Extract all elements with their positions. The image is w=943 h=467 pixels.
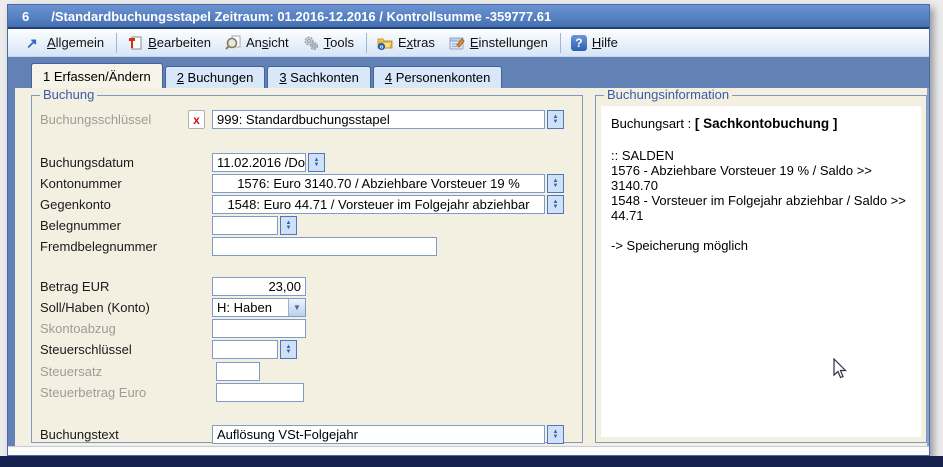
tab-sachkonten[interactable]: 3 Sachkonten <box>267 66 371 88</box>
group-info-title: Buchungsinformation <box>604 88 732 102</box>
group-buchungsinformation: Buchungsinformation Buchungsart : [ Sach… <box>595 95 927 443</box>
stack-number: 6 <box>22 9 29 24</box>
buchungsdatum-field[interactable]: 11.02.2016 /Do <box>212 153 306 172</box>
background-band <box>0 456 943 467</box>
steuerschluessel-spinner[interactable]: ▲▼ <box>280 340 297 359</box>
help-icon: ? <box>571 35 587 51</box>
steuersatz-field[interactable] <box>216 362 260 381</box>
sollhaben-field[interactable]: H: Haben <box>212 298 288 317</box>
buchungsdatum-spinner[interactable]: ▲▼ <box>308 153 325 172</box>
label-steuerschluessel: Steuerschlüssel <box>40 342 132 357</box>
menu-item-tools[interactable]: Tools <box>297 33 362 53</box>
menu-label: Allgemein <box>47 35 104 50</box>
tab-buchungen[interactable]: 2 Buchungen <box>165 66 266 88</box>
window-frame-left <box>8 88 15 446</box>
gegenkonto-spinner[interactable]: ▲▼ <box>547 195 564 214</box>
label-fremdbelegnummer: Fremdbelegnummer <box>40 239 157 254</box>
menu-label: Extras <box>398 35 435 50</box>
saldo-line: 1576 - Abziehbare Vorsteuer 19 % / Saldo… <box>611 163 921 193</box>
label-skontoabzug: Skontoabzug <box>40 321 116 336</box>
menu-label: Bearbeiten <box>148 35 211 50</box>
menu-item-hilfe[interactable]: ? Hilfe <box>565 33 626 53</box>
tab-strip: 1 Erfassen/Ändern 2 Buchungen 3 Sachkont… <box>8 57 929 88</box>
info-panel: Buchungsart : [ Sachkontobuchung ] :: SA… <box>601 106 921 437</box>
menu-bar: ↗ Allgemein Bearbeiten Ansicht Tools o <box>8 29 929 57</box>
tab-personenkonten[interactable]: 4 Personenkonten <box>373 66 503 88</box>
menu-label: Einstellungen <box>470 35 548 50</box>
betrag-field[interactable]: 23,00 <box>212 277 306 296</box>
delete-key-icon[interactable]: x <box>188 110 205 129</box>
label-buchungstext: Buchungstext <box>40 427 119 442</box>
fremdbelegnummer-field[interactable] <box>212 237 437 256</box>
menu-item-extras[interactable]: o Extras <box>371 33 443 53</box>
buchungsschluessel-field[interactable]: 999: Standardbuchungsstapel <box>212 110 545 129</box>
buchungsart-line: Buchungsart : [ Sachkontobuchung ] <box>611 116 921 131</box>
tab-erfassen-aendern[interactable]: 1 Erfassen/Ändern <box>31 63 163 88</box>
gegenkonto-field[interactable]: 1548: Euro 44.71 / Vorsteuer im Folgejah… <box>212 195 545 214</box>
buchungsart-value: [ Sachkontobuchung ] <box>695 116 838 131</box>
window-bottom-edge <box>8 446 929 455</box>
buchungstext-field[interactable]: Auflösung VSt-Folgejahr <box>212 425 545 444</box>
title-bar: 6 /Standardbuchungsstapel Zeitraum: 01.2… <box>8 5 929 29</box>
settings-icon <box>449 35 465 51</box>
label-sollhaben: Soll/Haben (Konto) <box>40 300 150 315</box>
document-edit-icon <box>127 35 143 51</box>
label-steuerbetrag: Steuerbetrag Euro <box>40 385 146 400</box>
label-buchungsschluessel: Buchungsschlüssel <box>40 112 151 127</box>
folder-icon: o <box>377 35 393 51</box>
steuerbetrag-field[interactable] <box>216 383 304 402</box>
label-buchungsdatum: Buchungsdatum <box>40 155 134 170</box>
menu-label: Tools <box>324 35 354 50</box>
toolbar-separator <box>116 33 117 53</box>
saldo-line: 1548 - Vorsteuer im Folgejahr abziehbar … <box>611 193 921 223</box>
mouse-cursor <box>833 358 847 379</box>
label-gegenkonto: Gegenkonto <box>40 197 111 212</box>
skontoabzug-field[interactable] <box>212 319 306 338</box>
toolbar-separator <box>366 33 367 53</box>
group-buchung: Buchung Buchungsschlüssel x 999: Standar… <box>31 95 583 443</box>
group-buchung-title: Buchung <box>40 88 97 102</box>
arrow-up-right-icon: ↗ <box>26 35 42 51</box>
kontonummer-spinner[interactable]: ▲▼ <box>547 174 564 193</box>
label-betrag: Betrag EUR <box>40 279 109 294</box>
sollhaben-dropdown-button[interactable]: ▼ <box>288 298 306 317</box>
label-steuersatz: Steuersatz <box>40 364 102 379</box>
menu-item-bearbeiten[interactable]: Bearbeiten <box>121 33 219 53</box>
menu-label: Ansicht <box>246 35 289 50</box>
salden-header: :: SALDEN <box>611 148 921 163</box>
magnifier-icon <box>225 35 241 51</box>
status-message: -> Speicherung möglich <box>611 238 921 253</box>
menu-item-allgemein[interactable]: ↗ Allgemein <box>20 33 112 53</box>
label-belegnummer: Belegnummer <box>40 218 121 233</box>
buchungstext-spinner[interactable]: ▲▼ <box>547 425 564 444</box>
tab-content: Buchung Buchungsschlüssel x 999: Standar… <box>8 88 929 446</box>
menu-item-ansicht[interactable]: Ansicht <box>219 33 297 53</box>
belegnummer-field[interactable] <box>212 216 278 235</box>
window-frame-right <box>927 88 929 446</box>
application-window: 6 /Standardbuchungsstapel Zeitraum: 01.2… <box>7 4 930 456</box>
menu-label: Hilfe <box>592 35 618 50</box>
gears-icon <box>303 35 319 51</box>
menu-item-einstellungen[interactable]: Einstellungen <box>443 33 556 53</box>
belegnummer-spinner[interactable]: ▲▼ <box>280 216 297 235</box>
steuerschluessel-field[interactable] <box>212 340 278 359</box>
toolbar-separator <box>560 33 561 53</box>
window-title: /Standardbuchungsstapel Zeitraum: 01.201… <box>51 9 551 24</box>
kontonummer-field[interactable]: 1576: Euro 3140.70 / Abziehbare Vorsteue… <box>212 174 545 193</box>
buchungsschluessel-spinner[interactable]: ▲▼ <box>547 110 564 129</box>
label-kontonummer: Kontonummer <box>40 176 122 191</box>
